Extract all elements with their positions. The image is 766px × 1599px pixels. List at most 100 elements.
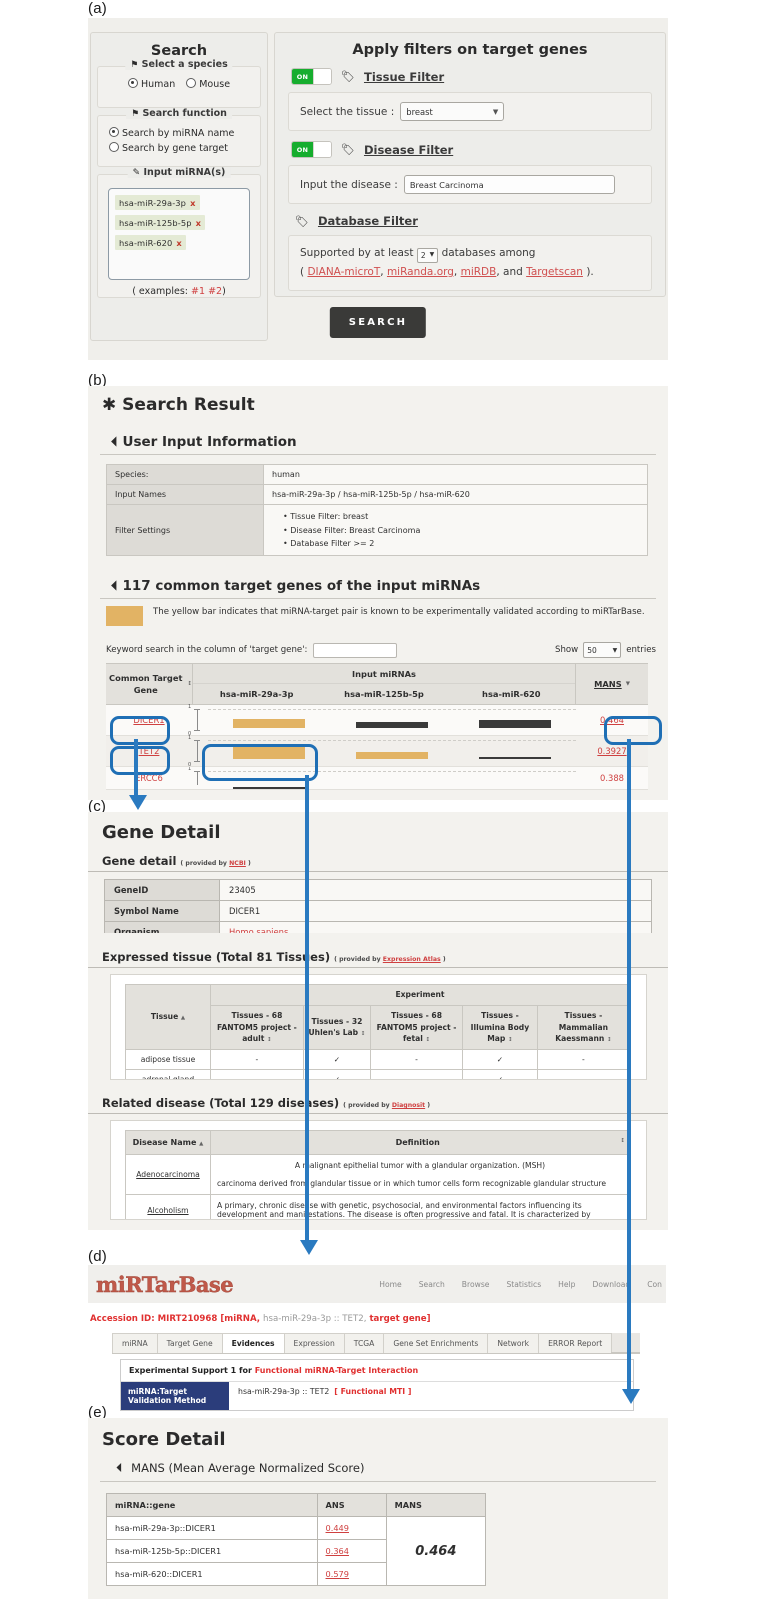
col-kaessmann[interactable]: Tissues - Mammalian Kaessmann ↕: [536, 1004, 631, 1051]
bar-mirna-2: [331, 767, 454, 789]
species-radio-row[interactable]: Human Mouse: [98, 67, 260, 97]
db-link-miranda[interactable]: miRanda.org: [387, 266, 454, 278]
col-disease-name[interactable]: Disease Name ▲: [125, 1130, 211, 1155]
col-common-target-gene[interactable]: Common Target Gene ↕: [106, 664, 193, 705]
organism-link[interactable]: Homo sapiens: [229, 927, 288, 933]
col-uhlen[interactable]: Tissues - 32 Uhlen's Lab ↕: [302, 1004, 372, 1051]
sort-icon[interactable]: ↕: [185, 680, 192, 688]
sort-icon[interactable]: ↕: [267, 1037, 272, 1043]
species-option-human[interactable]: Human: [127, 78, 175, 90]
table-row: ERCC6 1 0.388: [106, 767, 648, 791]
db-link-targetscan[interactable]: Targetscan: [526, 266, 583, 278]
entries-select[interactable]: 50 ▼: [583, 642, 622, 659]
tissue-name: adrenal gland: [125, 1069, 211, 1079]
mans-value-dicer1[interactable]: 0.464: [576, 705, 648, 735]
disease-filter-toggle[interactable]: ON: [291, 141, 332, 158]
tab-expression[interactable]: Expression: [283, 1333, 345, 1353]
sort-icon[interactable]: ▼: [626, 681, 630, 687]
function-option-mirna[interactable]: Search by miRNA name: [109, 127, 260, 142]
col-illumina[interactable]: Tissues - Illumina Body Map ↕: [462, 1004, 538, 1051]
db-link-diana[interactable]: DIANA-microT: [307, 266, 380, 278]
nav-help[interactable]: Help: [558, 1280, 575, 1289]
tissue-filter-toggle[interactable]: ON: [291, 68, 332, 85]
mirna-chip[interactable]: hsa-miR-620 x: [115, 235, 186, 250]
ans-link[interactable]: 0.364: [326, 1546, 349, 1556]
sort-icon[interactable]: ↕: [361, 1031, 366, 1037]
species-option-mouse[interactable]: Mouse: [186, 78, 230, 90]
sort-icon[interactable]: ↕: [607, 1037, 612, 1043]
col-fantom5-fetal[interactable]: Tissues - 68 FANTOM5 project - fetal ↕: [370, 1004, 464, 1051]
database-filter-label[interactable]: Database Filter: [318, 214, 418, 228]
col-mans[interactable]: MANS ▼: [575, 664, 648, 705]
col-definition[interactable]: Definition ↕: [210, 1130, 630, 1155]
tab-evidences[interactable]: Evidences: [221, 1333, 285, 1353]
example-2-link[interactable]: #2: [208, 286, 222, 297]
tissue-cell: -: [210, 1049, 304, 1071]
nav-browse[interactable]: Browse: [462, 1280, 490, 1289]
sort-icon[interactable]: ↕: [508, 1037, 513, 1043]
evidence-value: hsa-miR-29a-3p :: TET2 [ Functional MTI …: [238, 1387, 412, 1396]
tab-error-report[interactable]: ERROR Report: [538, 1333, 613, 1353]
gene-link-ercc6[interactable]: ERCC6: [106, 767, 192, 789]
mans-value-tet2[interactable]: 0.3927: [576, 736, 648, 766]
sort-icon[interactable]: ↕: [620, 1138, 625, 1144]
sort-icon[interactable]: ▲: [181, 1015, 185, 1021]
nav-statistics[interactable]: Statistics: [506, 1280, 541, 1289]
col-tissue[interactable]: Tissue ▲: [125, 983, 211, 1051]
user-input-table: Species: human Input Names hsa-miR-29a-3…: [106, 464, 648, 557]
keyword-search-input[interactable]: [313, 642, 398, 658]
row-value: human: [263, 464, 648, 485]
bar-mirna-1: [208, 736, 331, 766]
disease-input[interactable]: Breast Carcinoma: [403, 175, 615, 194]
pair-name: hsa-miR-620::DICER1: [106, 1562, 318, 1586]
disease-link-adenocarcinoma[interactable]: Adenocarcinoma: [125, 1154, 211, 1195]
gene-link-dicer1[interactable]: DICER1: [106, 705, 192, 735]
ans-link[interactable]: 0.449: [326, 1523, 349, 1533]
tab-gene-set-enrichments[interactable]: Gene Set Enrichments: [383, 1333, 489, 1353]
table-controls: Keyword search in the column of 'target …: [106, 642, 656, 659]
nav-contact[interactable]: Con: [647, 1280, 662, 1289]
mirna-chip[interactable]: hsa-miR-29a-3p x: [115, 195, 200, 210]
nav-home[interactable]: Home: [379, 1280, 401, 1289]
tab-target-gene[interactable]: Target Gene: [156, 1333, 223, 1353]
disease-definition: A primary, chronic disease with genetic,…: [210, 1194, 630, 1219]
tissue-select[interactable]: breast ▼: [400, 102, 505, 121]
mirna-input-box[interactable]: hsa-miR-29a-3p x hsa-miR-125b-5p x hsa-miR…: [108, 188, 250, 280]
chip-remove-icon[interactable]: x: [190, 198, 195, 208]
flag-icon: ⏴: [111, 579, 118, 595]
disease-filter-label[interactable]: Disease Filter: [364, 143, 453, 157]
example-1-link[interactable]: #1: [191, 286, 205, 297]
nav-search[interactable]: Search: [419, 1280, 445, 1289]
ncbi-link[interactable]: NCBI: [229, 860, 246, 867]
sort-icon[interactable]: ▲: [199, 1141, 203, 1147]
radio-by-mirna[interactable]: [109, 127, 119, 137]
function-radio-col[interactable]: Search by miRNA name Search by gene targ…: [98, 116, 260, 163]
evidence-heading: Experimental Support 1 for Functional mi…: [121, 1360, 633, 1382]
table-row: adipose tissue - ✓ - ✓ -: [125, 1049, 631, 1071]
function-option-gene[interactable]: Search by gene target: [109, 141, 260, 157]
col-fantom5-adult[interactable]: Tissues - 68 FANTOM5 project - adult ↕: [210, 1004, 304, 1051]
disease-link-alcoholism[interactable]: Alcoholism: [125, 1194, 211, 1219]
radio-mouse[interactable]: [186, 78, 197, 88]
disgenet-link[interactable]: Diagnosit: [392, 1102, 425, 1109]
nav-download[interactable]: Download: [592, 1280, 630, 1289]
db-link-mirdb[interactable]: miRDB: [461, 266, 497, 278]
gene-link-tet2[interactable]: TET2: [106, 736, 192, 766]
radio-human[interactable]: [127, 78, 138, 88]
db-count-select[interactable]: 2 ▼: [416, 248, 439, 264]
col-input-mirnas: Input miRNAs hsa-miR-29a-3p hsa-miR-125b…: [193, 664, 575, 704]
mirna-chip[interactable]: hsa-miR-125b-5p x: [115, 215, 206, 230]
tab-tcga[interactable]: TCGA: [343, 1333, 385, 1353]
table-row: Disease Name ▲ Definition ↕: [125, 1130, 630, 1155]
tab-network[interactable]: Network: [487, 1333, 540, 1353]
sort-icon[interactable]: ↕: [425, 1037, 430, 1043]
expression-atlas-link[interactable]: Expression Atlas: [383, 956, 441, 963]
search-button[interactable]: SEARCH: [329, 307, 427, 338]
bar-mirna-3: [453, 705, 576, 735]
ans-link[interactable]: 0.579: [326, 1569, 349, 1579]
chip-remove-icon[interactable]: x: [176, 238, 181, 248]
radio-by-gene[interactable]: [109, 141, 119, 152]
tissue-filter-label[interactable]: Tissue Filter: [364, 70, 444, 84]
chip-remove-icon[interactable]: x: [196, 218, 201, 228]
tab-mirna[interactable]: miRNA: [112, 1333, 158, 1353]
